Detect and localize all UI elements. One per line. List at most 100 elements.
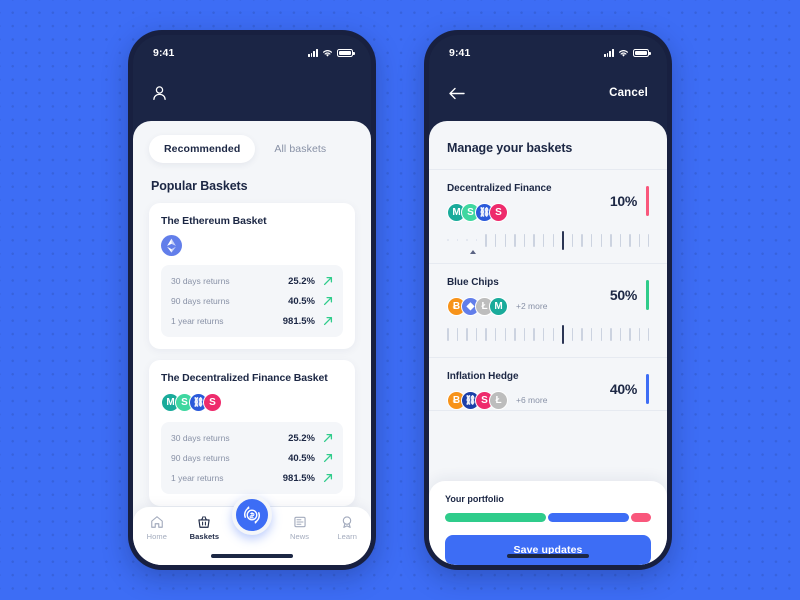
slider-tick [514, 233, 516, 247]
returns-label: 1 year returns [171, 316, 224, 326]
manage-row-value: 50% [610, 277, 649, 310]
returns-row: 1 year returns 981.5% [171, 468, 333, 488]
coin-stack: M S ⛓ S [161, 392, 343, 412]
slider-tick [571, 233, 574, 247]
manage-basket-row[interactable]: Blue Chips Ƀ ◆ Ł M +2 more 50% [429, 264, 667, 358]
home-icon [150, 516, 163, 528]
slider-thumb[interactable] [562, 231, 565, 250]
returns-table: 30 days returns 25.2% 90 days returns 40… [161, 265, 343, 337]
trend-up-icon [323, 296, 333, 306]
maker-coin-icon: M [489, 296, 508, 316]
coin-stack: Ƀ ⛓ S Ł +6 more [447, 390, 610, 410]
manage-row-info: Inflation Hedge Ƀ ⛓ S Ł +6 more [447, 371, 610, 410]
status-bar: 9:41 [133, 35, 371, 65]
coin-stack [161, 234, 343, 256]
slider-tick [447, 327, 449, 341]
user-avatar-icon[interactable] [152, 85, 167, 101]
back-arrow-icon[interactable] [448, 87, 465, 100]
manage-row-info: Blue Chips Ƀ ◆ Ł M +2 more [447, 277, 610, 316]
more-coins-label: +2 more [516, 301, 548, 311]
allocation-percent: 10% [609, 193, 637, 209]
manage-row-top: Inflation Hedge Ƀ ⛓ S Ł +6 more 40% [447, 371, 649, 410]
returns-label: 1 year returns [171, 473, 224, 483]
page-title: Manage your baskets [447, 141, 573, 155]
returns-value: 25.2% [288, 432, 315, 444]
returns-row: 30 days returns 25.2% [171, 271, 333, 291]
slider-tick [504, 233, 507, 247]
news-icon [293, 516, 306, 528]
phone-mockup-left: 9:41 Recommended All baskets Popular Bas… [128, 30, 376, 570]
tab-baskets[interactable]: Baskets [181, 515, 229, 541]
manage-header: Manage your baskets [429, 121, 667, 170]
slider-tick [600, 327, 602, 341]
status-bar: 9:41 [429, 35, 667, 65]
slider-tick [504, 327, 507, 341]
returns-row: 90 days returns 40.5% [171, 448, 333, 468]
battery-icon [337, 49, 355, 57]
signal-bars-icon [603, 49, 614, 57]
manage-row-top: Blue Chips Ƀ ◆ Ł M +2 more 50% [447, 277, 649, 316]
trend-up-icon [323, 473, 333, 483]
status-time: 9:41 [153, 47, 175, 59]
slider-tick [523, 233, 526, 247]
slider-tick [629, 233, 631, 247]
slider-tick [542, 233, 545, 247]
basket-card[interactable]: The Decentralized Finance Basket M S ⛓ S… [149, 360, 355, 506]
tab-label: News [290, 532, 310, 541]
home-indicator [507, 554, 589, 558]
tab-learn[interactable]: Learn [323, 515, 371, 541]
slider-tick [571, 327, 574, 341]
basket-name: Inflation Hedge [447, 371, 519, 382]
allocation-slider[interactable] [447, 231, 649, 263]
status-icons [603, 49, 651, 58]
tab-home[interactable]: Home [133, 515, 181, 541]
slider-ticks [447, 231, 649, 250]
swap-fab-button[interactable] [232, 495, 272, 535]
returns-value: 40.5% [288, 452, 315, 464]
basket-name: Blue Chips [447, 277, 499, 288]
slider-tick [581, 327, 583, 341]
tab-all-baskets[interactable]: All baskets [259, 135, 341, 163]
returns-label: 90 days returns [171, 453, 230, 463]
manage-basket-row[interactable]: Decentralized Finance M S ⛓ S 10% [429, 170, 667, 264]
save-updates-button[interactable]: Save updates [445, 535, 651, 565]
cancel-button[interactable]: Cancel [609, 87, 648, 99]
phone-screen-right: 9:41 Cancel Manage your baskets Decentra… [429, 35, 667, 565]
phone-screen-left: 9:41 Recommended All baskets Popular Bas… [133, 35, 371, 565]
signal-bars-icon [307, 49, 318, 57]
slider-tick [590, 327, 593, 341]
tab-label: Learn [337, 532, 358, 541]
slider-tick [475, 327, 478, 341]
manage-row-top: Decentralized Finance M S ⛓ S 10% [447, 183, 649, 222]
returns-label: 30 days returns [171, 433, 230, 443]
portfolio-segment-decentralized-finance [630, 513, 651, 522]
sushi-coin-icon: S [489, 202, 508, 222]
slider-thumb[interactable] [562, 325, 565, 344]
allocation-slider[interactable] [447, 325, 649, 357]
trend-up-icon [323, 433, 333, 443]
slider-tick [523, 327, 526, 341]
slider-tick [552, 327, 555, 341]
returns-value: 981.5% [282, 472, 315, 484]
trend-up-icon [323, 316, 333, 326]
returns-value: 40.5% [288, 295, 315, 307]
manage-row-info: Decentralized Finance M S ⛓ S [447, 183, 610, 222]
coin-stack: M S ⛓ S [447, 202, 610, 222]
app-header-left [133, 65, 371, 121]
returns-table: 30 days returns 25.2% 90 days returns 40… [161, 422, 343, 494]
tab-recommended[interactable]: Recommended [149, 135, 256, 163]
tab-news[interactable]: News [276, 515, 324, 541]
slider-tick [456, 239, 459, 241]
trend-up-icon [323, 453, 333, 463]
bottom-tab-bar: Home Baskets News Learn [133, 495, 371, 565]
basket-card[interactable]: The Ethereum Basket 30 days returns 25.2… [149, 203, 355, 349]
slider-tick [456, 327, 459, 341]
slider-tick [619, 327, 622, 341]
learn-icon [342, 516, 352, 528]
litecoin-coin-icon: Ł [489, 390, 508, 410]
basket-icon [198, 516, 211, 528]
returns-value: 25.2% [288, 275, 315, 287]
portfolio-label: Your portfolio [445, 494, 504, 504]
manage-basket-row[interactable]: Inflation Hedge Ƀ ⛓ S Ł +6 more 40% [429, 358, 667, 411]
slider-tick [648, 327, 649, 341]
